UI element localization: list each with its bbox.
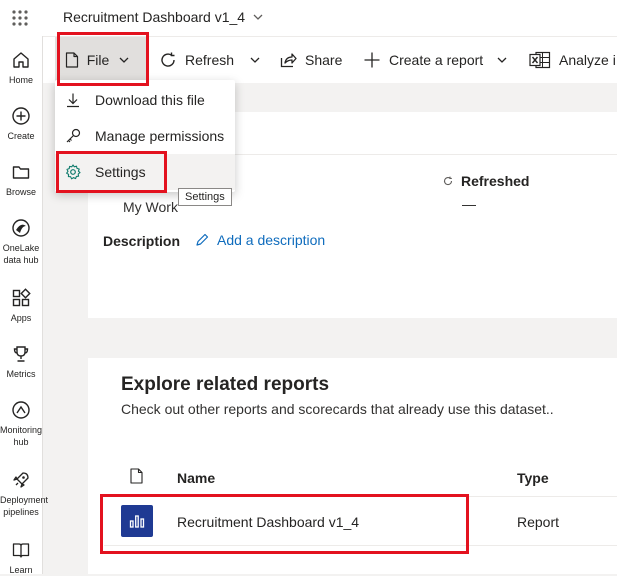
report-name[interactable]: Recruitment Dashboard v1_4 [177, 514, 359, 530]
create-report-label: Create a report [389, 52, 484, 68]
app-launcher-icon[interactable] [10, 8, 30, 28]
top-bar: Recruitment Dashboard v1_4 [0, 0, 617, 37]
rail-label: Browse [5, 187, 36, 197]
rail-item-create[interactable]: Create [0, 106, 42, 142]
related-subtitle: Check out other reports and scorecards t… [121, 401, 554, 417]
rail-item-metrics[interactable]: Metrics [0, 344, 42, 380]
menu-item-manage-permissions[interactable]: Manage permissions [55, 118, 235, 154]
rail-label: Monitoring hub [0, 425, 43, 447]
file-icon [65, 52, 87, 68]
table-row-divider [104, 545, 617, 546]
app-title-text: Recruitment Dashboard v1_4 [63, 9, 246, 25]
chevron-down-icon [250, 55, 268, 65]
share-button[interactable]: Share [279, 37, 342, 83]
trophy-icon [0, 344, 42, 364]
refresh-label: Refresh [185, 52, 235, 68]
add-description-label: Add a description [217, 232, 326, 248]
home-icon [0, 50, 42, 70]
chevron-down-icon [497, 55, 515, 65]
rail-label: Home [8, 75, 33, 85]
share-icon [279, 51, 305, 69]
app-title[interactable]: Recruitment Dashboard v1_4 [63, 9, 263, 25]
settings-tooltip: Settings [178, 188, 232, 206]
download-icon [55, 92, 95, 108]
rail-label: Apps [10, 313, 32, 323]
create-report-button[interactable]: Create a report [363, 37, 515, 83]
chevron-down-icon [119, 55, 137, 65]
plus-icon [363, 51, 389, 69]
menu-item-settings[interactable]: Settings [55, 154, 235, 190]
plus-circle-icon [0, 106, 42, 126]
rail-item-home[interactable]: Home [0, 50, 42, 86]
menu-item-label: Download this file [95, 92, 205, 108]
report-type: Report [517, 514, 560, 530]
rocket-icon [0, 470, 42, 490]
chevron-down-icon [253, 12, 263, 22]
left-nav-rail: Home Create Browse OneLake data hub Apps… [0, 36, 49, 576]
file-menu: Download this file Manage permissions Se… [55, 80, 235, 192]
onelake-icon [0, 218, 42, 238]
menu-item-download[interactable]: Download this file [55, 82, 235, 118]
analyze-label: Analyze i [559, 52, 616, 68]
rail-item-apps[interactable]: Apps [0, 288, 42, 324]
book-icon [0, 540, 42, 560]
analyze-in-excel-button[interactable]: Analyze i [529, 37, 616, 83]
menu-item-label: Manage permissions [95, 128, 225, 144]
rail-item-browse[interactable]: Browse [0, 162, 42, 198]
rail-item-monitoring[interactable]: Monitoring hub [0, 400, 42, 448]
description-label: Description [103, 233, 181, 249]
rail-item-onelake[interactable]: OneLake data hub [0, 218, 42, 266]
refreshed-label: Refreshed [461, 173, 530, 189]
rail-label: Metrics [6, 369, 36, 379]
rail-label: Create [7, 131, 35, 141]
report-icon [121, 505, 153, 537]
rail-label: Deployment pipelines [0, 495, 49, 517]
command-bar: File Refresh Share Create a report Analy… [43, 37, 617, 83]
add-description-link[interactable]: Add a description [195, 232, 325, 248]
key-icon [55, 128, 95, 144]
pencil-icon [195, 233, 209, 247]
menu-item-label: Settings [95, 164, 146, 180]
refresh-small-icon [443, 176, 453, 186]
share-label: Share [305, 52, 343, 68]
refreshed-header: Refreshed [443, 173, 529, 189]
column-header-name[interactable]: Name [177, 470, 215, 486]
rail-item-deployment[interactable]: Deployment pipelines [0, 470, 49, 518]
excel-icon [529, 51, 559, 69]
refreshed-value: — [462, 196, 476, 212]
refresh-button[interactable]: Refresh [159, 37, 268, 83]
file-button[interactable]: File [55, 37, 147, 83]
workspace-value: My Work [123, 199, 178, 215]
rail-item-learn[interactable]: Learn [0, 540, 42, 576]
folder-icon [0, 162, 42, 182]
rail-label: OneLake data hub [2, 243, 40, 265]
file-type-column-icon [130, 468, 143, 484]
refresh-icon [159, 51, 185, 69]
apps-icon [0, 288, 42, 308]
gear-icon [55, 164, 95, 180]
table-row[interactable]: Recruitment Dashboard v1_4 Report [104, 497, 617, 545]
related-title: Explore related reports [121, 374, 330, 395]
monitoring-icon [0, 400, 42, 420]
column-header-type[interactable]: Type [517, 470, 549, 486]
file-label: File [86, 52, 110, 68]
